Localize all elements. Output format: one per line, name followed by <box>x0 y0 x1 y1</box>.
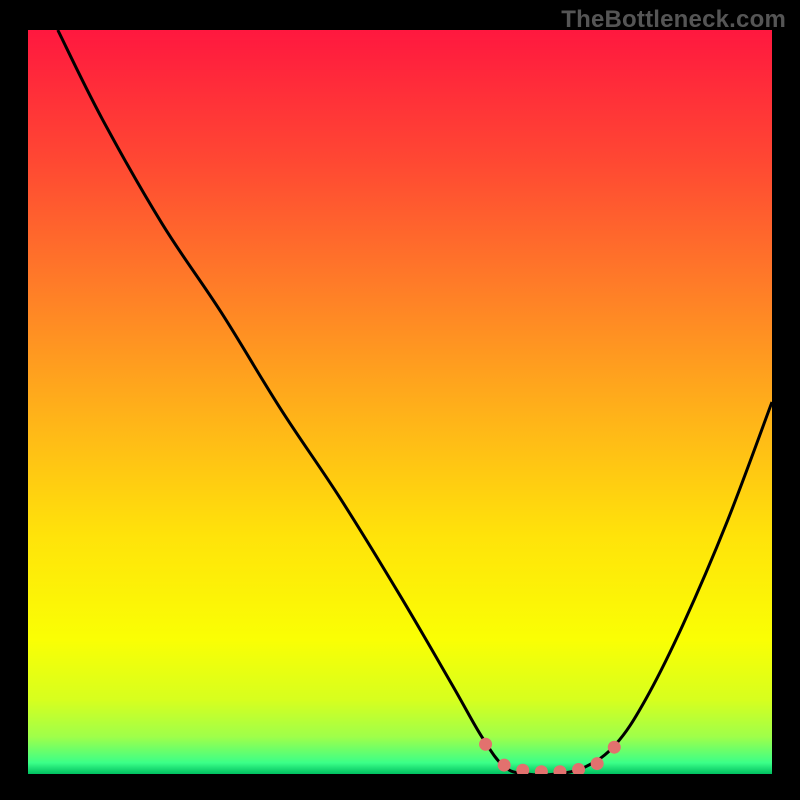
chart-canvas <box>0 0 800 800</box>
gradient-background <box>28 30 772 774</box>
brand-watermark: TheBottleneck.com <box>561 6 786 34</box>
bottleneck-chart: TheBottleneck.com <box>0 0 800 800</box>
optimal-dot <box>608 741 621 754</box>
optimal-dot <box>516 764 529 777</box>
optimal-dot <box>479 738 492 751</box>
optimal-dot <box>553 765 566 778</box>
optimal-dot <box>498 759 511 772</box>
optimal-dot <box>535 765 548 778</box>
optimal-dot <box>591 757 604 770</box>
optimal-dot <box>572 763 585 776</box>
